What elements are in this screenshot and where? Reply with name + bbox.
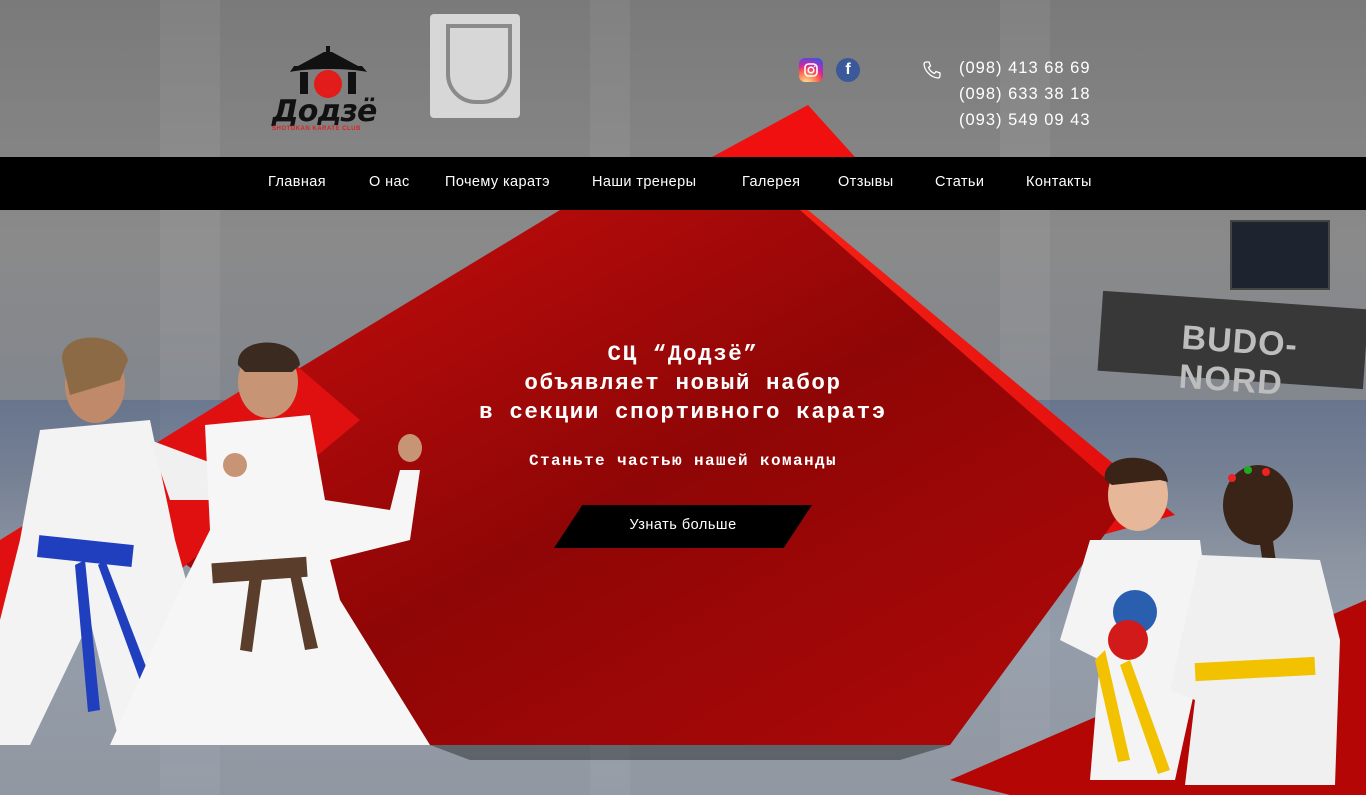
phone-number[interactable]: (093) 549 09 43 <box>959 110 1109 136</box>
nav-item-home[interactable]: Главная <box>268 174 326 190</box>
nav-item-reviews[interactable]: Отзывы <box>838 174 894 190</box>
social-links: f <box>799 58 860 82</box>
hero-title-line: СЦ “Додзё” <box>607 341 759 367</box>
phone-icon <box>923 61 941 79</box>
nav-item-about[interactable]: О нас <box>369 174 410 190</box>
facebook-icon[interactable]: f <box>836 58 860 82</box>
instagram-icon[interactable] <box>799 58 823 82</box>
cta-label: Узнать больше <box>629 517 737 533</box>
facebook-glyph: f <box>845 61 851 78</box>
bg-banner-text: BUDO-NORD <box>1177 318 1300 403</box>
logo-wordmark: Додзё <box>272 94 377 129</box>
instagram-glyph <box>804 63 818 77</box>
logo-subtitle: SHOTOKAN KARATE CLUB <box>272 126 361 132</box>
phone-number[interactable]: (098) 633 38 18 <box>959 84 1109 110</box>
nav-item-contacts[interactable]: Контакты <box>1026 174 1092 190</box>
hero-title: СЦ “Додзё” объявляет новый набор в секци… <box>383 340 983 427</box>
dojo-logo[interactable]: Додзё SHOTOKAN KARATE CLUB <box>272 46 384 134</box>
hero-title-line: объявляет новый набор <box>524 370 842 396</box>
main-navigation: Главная О нас Почему каратэ Наши тренеры… <box>0 157 1366 210</box>
learn-more-button[interactable]: Узнать больше <box>554 505 812 548</box>
nav-item-why-karate[interactable]: Почему каратэ <box>445 174 550 190</box>
pagoda-icon <box>290 46 367 98</box>
bg-crest <box>430 14 520 118</box>
nav-item-articles[interactable]: Статьи <box>935 174 984 190</box>
hero-title-line: в секции спортивного каратэ <box>479 399 887 425</box>
nav-item-gallery[interactable]: Галерея <box>742 174 800 190</box>
phone-number[interactable]: (098) 413 68 69 <box>959 58 1109 84</box>
nav-item-coaches[interactable]: Наши тренеры <box>592 174 696 190</box>
hero-subtitle: Станьте частью нашей команды <box>528 452 838 470</box>
bg-scoreboard <box>1230 220 1330 290</box>
